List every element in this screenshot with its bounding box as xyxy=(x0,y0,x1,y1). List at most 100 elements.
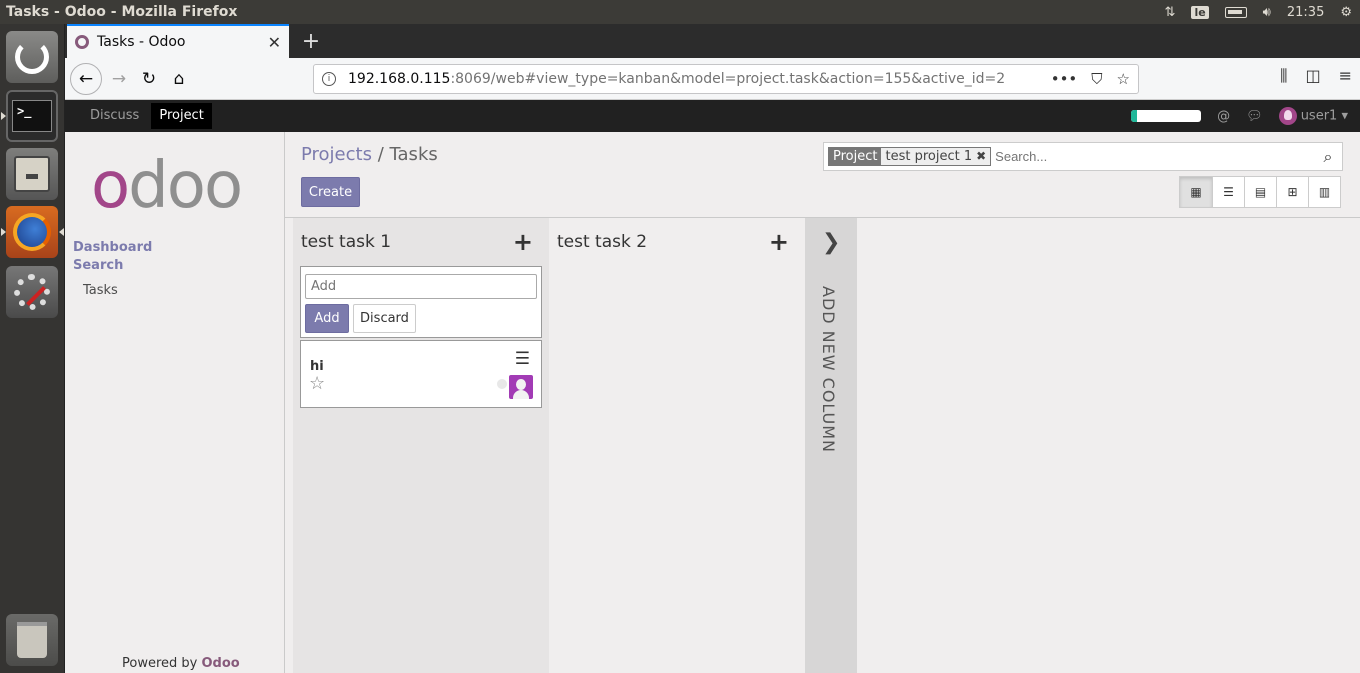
quick-add-plus-icon[interactable]: + xyxy=(513,230,533,254)
assignee-avatar xyxy=(509,375,533,399)
quick-create-form: Add Discard xyxy=(300,266,542,338)
view-switcher: ▦ ☰ ▤ ⊞ ▥ xyxy=(1179,176,1341,208)
network-icon[interactable]: ⇅ xyxy=(1165,5,1176,20)
add-new-column[interactable]: ❯ ADD NEW COLUMN xyxy=(805,218,857,673)
calendar-icon: ▤ xyxy=(1254,185,1267,199)
launcher-focused-indicator xyxy=(59,228,64,236)
quick-create-input[interactable] xyxy=(305,274,537,299)
sidebar-category-search[interactable]: Search xyxy=(73,258,123,273)
chat-icon[interactable]: 💬︎ xyxy=(1246,109,1263,124)
graph-view-button[interactable]: ▥ xyxy=(1308,177,1340,207)
unity-launcher: >_ xyxy=(0,24,65,673)
chevron-right-icon: ❯ xyxy=(822,230,841,255)
system-gear-icon[interactable]: ⚙ xyxy=(1340,5,1352,20)
caret-down-icon: ▾ xyxy=(1341,108,1348,124)
url-bar[interactable]: i 192.168.0.115:8069/web#view_type=kanba… xyxy=(313,64,1139,94)
kanban-view-button[interactable]: ▦ xyxy=(1180,177,1212,207)
search-bar: Project test project 1 ✖ ⌕ xyxy=(823,142,1343,171)
firefox-icon[interactable] xyxy=(6,206,58,258)
browser-tab-strip: Tasks - Odoo ✕ + xyxy=(65,24,1360,58)
quick-add-plus-icon[interactable]: + xyxy=(769,230,789,254)
library-icon[interactable]: ⫼ xyxy=(1280,66,1287,86)
column-title[interactable]: test task 2 xyxy=(557,232,647,252)
sidebar-item-tasks[interactable]: Tasks xyxy=(83,283,118,298)
hamburger-menu-icon[interactable]: ≡ xyxy=(1339,66,1352,86)
loading-progress-bar xyxy=(1131,110,1202,122)
add-new-column-label: ADD NEW COLUMN xyxy=(819,286,838,454)
kanban-icon: ▦ xyxy=(1190,185,1202,199)
kanban-column: test task 1 + Add Discard hi ☆ ☰ xyxy=(293,218,549,673)
url-host: 192.168.0.115 xyxy=(348,71,451,87)
search-input[interactable] xyxy=(991,149,1314,164)
activity-at-icon[interactable]: @ xyxy=(1217,109,1230,124)
remove-facet-icon[interactable]: ✖ xyxy=(976,148,991,165)
os-top-bar: Tasks - Odoo - Mozilla Firefox ⇅ le 🔊︎ 2… xyxy=(0,0,1360,24)
kanban-column: test task 2 + xyxy=(549,218,805,673)
files-icon[interactable] xyxy=(6,148,58,200)
system-settings-icon[interactable] xyxy=(6,266,58,318)
user-menu[interactable]: user1 ▾ xyxy=(1278,107,1348,125)
pivot-view-button[interactable]: ⊞ xyxy=(1276,177,1308,207)
new-tab-button[interactable]: + xyxy=(297,27,325,55)
tab-title: Tasks - Odoo xyxy=(97,34,186,50)
powered-by-text: Powered by xyxy=(122,656,198,671)
breadcrumb-separator: / xyxy=(377,144,384,165)
create-button[interactable]: Create xyxy=(301,177,360,207)
user-avatar xyxy=(1278,107,1297,125)
menu-discuss[interactable]: Discuss xyxy=(82,103,147,129)
search-facet: Project test project 1 ✖ xyxy=(828,147,992,166)
kanban-card[interactable]: hi ☆ ☰ xyxy=(300,340,542,408)
progress-fill xyxy=(1131,110,1137,122)
terminal-icon[interactable]: >_ xyxy=(6,90,58,142)
status-dot[interactable] xyxy=(497,379,507,389)
facet-value: test project 1 xyxy=(881,148,977,165)
sidebar-category-dashboard[interactable]: Dashboard xyxy=(73,240,152,255)
trash-icon[interactable] xyxy=(6,614,58,666)
graph-icon: ▥ xyxy=(1318,185,1331,199)
search-icon[interactable]: ⌕ xyxy=(1314,147,1342,167)
sidebar-toggle-icon[interactable]: ◫ xyxy=(1305,66,1320,86)
browser-tab[interactable]: Tasks - Odoo ✕ xyxy=(67,24,289,58)
odoo-favicon-icon xyxy=(75,35,89,49)
card-menu-icon[interactable]: ☰ xyxy=(515,351,530,368)
star-icon[interactable]: ☆ xyxy=(309,373,325,394)
powered-by: Powered by Odoo xyxy=(122,656,240,671)
kanban-board: test task 1 + Add Discard hi ☆ ☰ test ta… xyxy=(285,218,1360,673)
page-actions-icon[interactable]: ••• xyxy=(1051,70,1078,88)
home-button[interactable]: ⌂ xyxy=(164,64,194,94)
odoo-logo[interactable]: odoo xyxy=(91,154,243,218)
pivot-icon: ⊞ xyxy=(1287,185,1298,199)
back-button[interactable]: ← xyxy=(70,62,102,95)
clock[interactable]: 21:35 xyxy=(1287,5,1324,20)
odoo-sidebar: odoo Dashboard Search Tasks Powered by O… xyxy=(65,132,285,673)
card-title: hi xyxy=(310,359,324,374)
control-panel: Projects / Tasks Create Project test pro… xyxy=(285,132,1360,218)
breadcrumb-projects[interactable]: Projects xyxy=(301,144,372,165)
breadcrumb: Projects / Tasks xyxy=(301,144,438,165)
odoo-main-menu: Discuss Project @ 💬︎ user1 ▾ xyxy=(65,100,1360,132)
pocket-icon[interactable]: ⛉ xyxy=(1091,70,1102,88)
window-title: Tasks - Odoo - Mozilla Firefox xyxy=(6,4,238,20)
battery-icon[interactable] xyxy=(1224,6,1247,18)
system-tray: ⇅ le 🔊︎ 21:35 ⚙ xyxy=(1165,5,1360,20)
calendar-view-button[interactable]: ▤ xyxy=(1244,177,1276,207)
site-info-icon[interactable]: i xyxy=(322,72,336,86)
ubuntu-dash-icon[interactable] xyxy=(6,31,58,83)
powered-by-link[interactable]: Odoo xyxy=(202,656,240,671)
column-title[interactable]: test task 1 xyxy=(301,232,391,252)
forward-button[interactable]: → xyxy=(104,64,134,94)
user-name: user1 xyxy=(1300,108,1338,124)
keyboard-layout-indicator[interactable]: le xyxy=(1191,5,1209,19)
list-icon: ☰ xyxy=(1223,185,1234,199)
menu-project[interactable]: Project xyxy=(151,103,212,129)
quick-create-discard-button[interactable]: Discard xyxy=(353,304,416,333)
browser-nav-bar: ← → ↻ ⌂ i 192.168.0.115:8069/web#view_ty… xyxy=(65,58,1360,100)
quick-create-add-button[interactable]: Add xyxy=(305,304,349,333)
close-tab-icon[interactable]: ✕ xyxy=(268,33,281,52)
url-path: :8069/web#view_type=kanban&model=project… xyxy=(450,71,1006,87)
list-view-button[interactable]: ☰ xyxy=(1212,177,1244,207)
facet-label: Project xyxy=(829,148,882,165)
reload-button[interactable]: ↻ xyxy=(134,64,164,94)
bookmark-star-icon[interactable]: ☆ xyxy=(1117,70,1130,88)
volume-icon[interactable]: 🔊︎ xyxy=(1263,5,1271,20)
